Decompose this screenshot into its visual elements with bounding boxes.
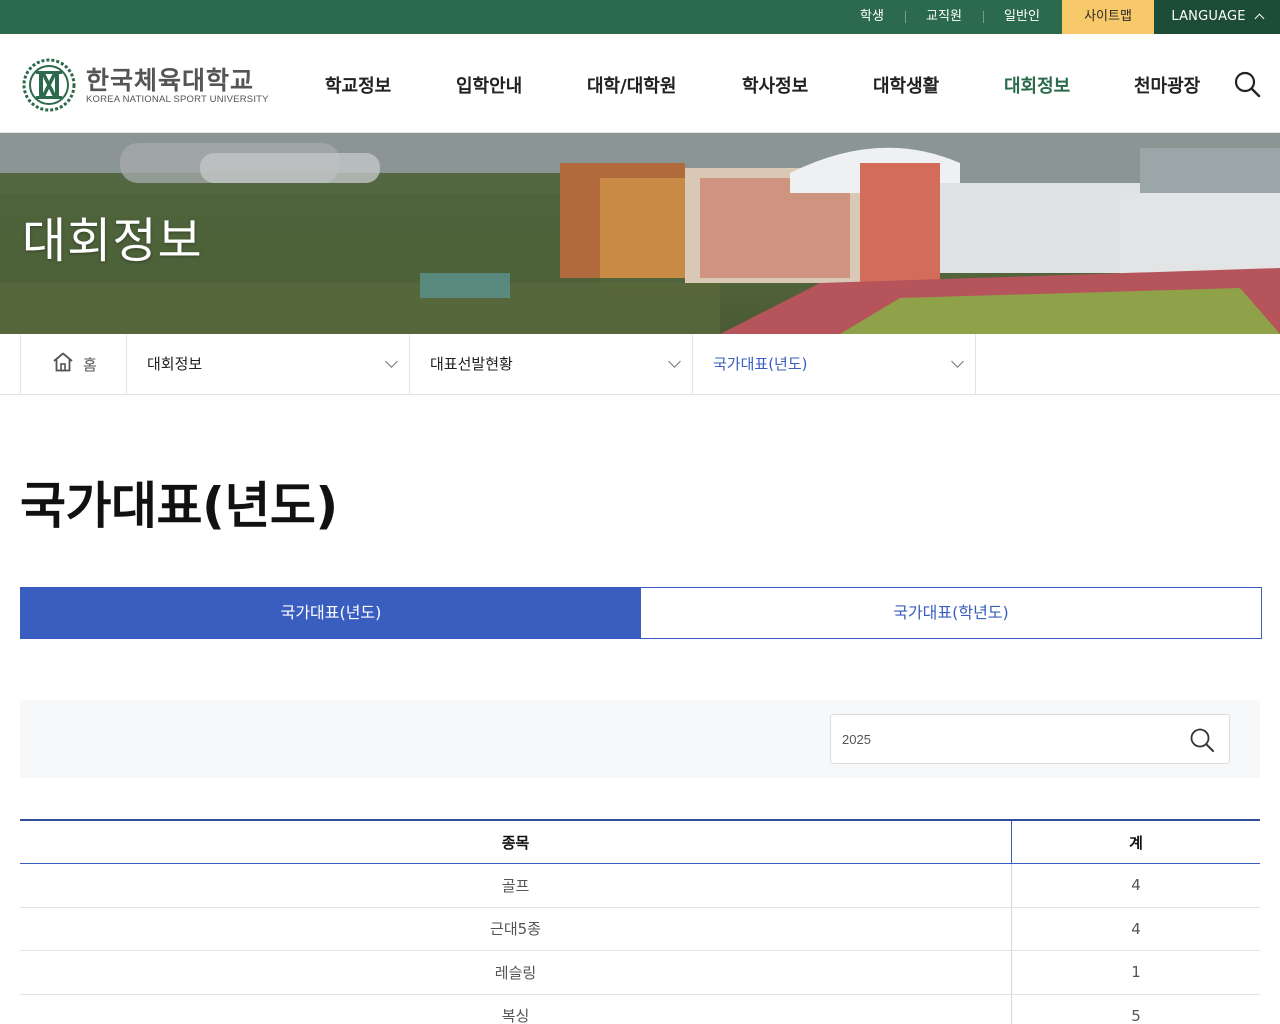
national-team-table: 종목 계 골프 4 근대5종 4 레슬링 1 복싱 5 — [20, 819, 1260, 1024]
util-link-staff[interactable]: 교직원 — [912, 0, 976, 34]
chevron-up-icon — [1254, 13, 1265, 24]
site-header: 한국체육대학교 KOREA NATIONAL SPORT UNIVERSITY … — [0, 34, 1280, 133]
breadcrumb-dropdown-level2[interactable]: 대표선발현황 — [410, 334, 693, 394]
sitemap-button[interactable]: 사이트맵 — [1062, 0, 1154, 34]
column-header-sport: 종목 — [501, 833, 530, 852]
nav-item-school-info[interactable]: 학교정보 — [325, 72, 391, 98]
year-search-value: 2025 — [842, 732, 871, 747]
chevron-down-icon — [385, 355, 398, 368]
table-cell-sport: 골프 — [501, 876, 530, 895]
breadcrumb-level1-label: 대회정보 — [147, 355, 203, 373]
breadcrumb-home[interactable]: 홈 — [20, 334, 127, 394]
nav-item-plaza[interactable]: 천마광장 — [1134, 72, 1200, 98]
column-header-total: 계 — [1011, 821, 1260, 863]
language-button[interactable]: LANGUAGE — [1154, 0, 1280, 34]
logo-korean-name: 한국체육대학교 — [86, 66, 255, 95]
content-tabs: 국가대표(년도) 국가대표(학년도) — [20, 587, 1262, 639]
search-panel: 2025 — [20, 700, 1260, 778]
table-cell-sport: 레슬링 — [494, 963, 537, 982]
table-cell-total: 5 — [1011, 994, 1260, 1024]
nav-item-campus-life[interactable]: 대학생활 — [873, 72, 939, 98]
table-row: 복싱 5 — [20, 994, 1260, 1024]
nav-item-academics[interactable]: 학사정보 — [742, 72, 808, 98]
breadcrumb-level3-label: 국가대표(년도) — [713, 355, 808, 373]
logo-english-name: KOREA NATIONAL SPORT UNIVERSITY — [86, 94, 269, 105]
breadcrumb: 홈 대회정보 대표선발현황 국가대표(년도) — [0, 334, 1280, 395]
util-link-public[interactable]: 일반인 — [990, 0, 1054, 34]
university-logo[interactable]: 한국체육대학교 KOREA NATIONAL SPORT UNIVERSITY — [22, 58, 269, 112]
hero-title: 대회정보 — [22, 213, 203, 269]
util-separator — [905, 11, 906, 23]
table-header-row: 종목 계 — [20, 819, 1260, 864]
table-cell-sport: 근대5종 — [490, 920, 541, 939]
table-cell-sport: 복싱 — [501, 1007, 530, 1024]
chevron-down-icon — [951, 355, 964, 368]
search-icon[interactable] — [1233, 70, 1261, 98]
util-separator — [983, 11, 984, 23]
table-row: 골프 4 — [20, 864, 1260, 908]
breadcrumb-dropdown-level1[interactable]: 대회정보 — [127, 334, 410, 394]
page-title: 국가대표(년도) — [20, 477, 338, 535]
table-row: 레슬링 1 — [20, 951, 1260, 995]
chevron-down-icon — [668, 355, 681, 368]
table-cell-total: 1 — [1011, 951, 1260, 994]
hero-banner: 대회정보 — [0, 133, 1280, 334]
tab-national-team-academic-year[interactable]: 국가대표(학년도) — [641, 588, 1261, 638]
breadcrumb-level2-label: 대표선발현황 — [430, 355, 513, 373]
nav-item-competition-info[interactable]: 대회정보 — [1004, 72, 1070, 98]
nav-item-admission[interactable]: 입학안내 — [456, 72, 522, 98]
utility-bar: 학생 교직원 일반인 사이트맵 LANGUAGE — [0, 0, 1280, 34]
table-cell-total: 4 — [1011, 907, 1260, 950]
breadcrumb-dropdown-level3[interactable]: 국가대표(년도) — [693, 334, 976, 394]
nav-item-colleges[interactable]: 대학/대학원 — [587, 72, 676, 98]
university-emblem-icon — [22, 58, 76, 112]
table-cell-total: 4 — [1011, 864, 1260, 907]
year-search-input[interactable]: 2025 — [830, 714, 1230, 764]
tab-national-team-year[interactable]: 국가대표(년도) — [21, 588, 641, 638]
util-link-students[interactable]: 학생 — [846, 0, 898, 34]
table-row: 근대5종 4 — [20, 907, 1260, 951]
breadcrumb-home-label: 홈 — [83, 356, 97, 374]
search-icon[interactable] — [1189, 727, 1215, 753]
home-icon — [53, 352, 73, 372]
language-label: LANGUAGE — [1171, 9, 1246, 24]
